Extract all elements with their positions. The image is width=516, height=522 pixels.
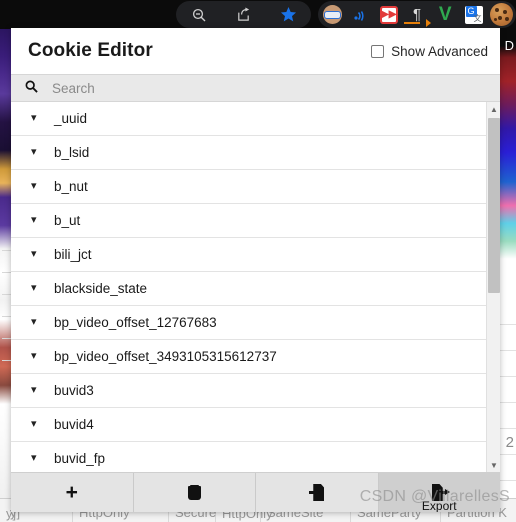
delete-all-button[interactable] [134, 473, 256, 512]
chevron-down-icon[interactable]: ▾ [31, 385, 49, 396]
background-right-content [498, 28, 516, 324]
chevron-down-icon[interactable]: ▾ [31, 419, 49, 430]
chevron-down-icon[interactable]: ▾ [31, 147, 49, 158]
trash-icon [187, 485, 201, 500]
background-right-rows [498, 324, 516, 494]
search-bar[interactable] [11, 74, 500, 102]
chevron-down-icon[interactable]: ▾ [31, 351, 49, 362]
scroll-up-arrow-icon[interactable]: ▲ [487, 102, 500, 116]
import-button[interactable] [256, 473, 379, 512]
cookie-list-scrollbar[interactable]: ▲ ▼ [486, 102, 500, 472]
cookie-name: b_ut [54, 213, 81, 228]
plus-icon: + [65, 481, 78, 504]
cookie-row[interactable]: ▾ bp_video_offset_12767683 [11, 306, 500, 340]
cookie-row[interactable]: ▾ buvid4 [11, 408, 500, 442]
chevron-down-icon[interactable]: ▾ [31, 317, 49, 328]
cookie-name: blackside_state [54, 281, 148, 296]
cookie-list: ▾ _uuid ▾ b_lsid ▾ b_nut ▾ b_ut ▾ bili_j… [11, 102, 500, 472]
search-icon [25, 80, 38, 96]
browser-extensions-group: ▶▶ ¶ V [318, 1, 516, 28]
bookmark-star-icon[interactable] [277, 3, 301, 27]
cookie-name: b_lsid [54, 145, 90, 160]
export-tooltip: Export [421, 499, 457, 512]
cookie-editor-icon[interactable] [490, 3, 514, 27]
cookie-row[interactable]: ▾ buvid3 [11, 374, 500, 408]
background-number: 2 [505, 434, 514, 451]
cookie-name: _uuid [54, 111, 88, 126]
chevron-down-icon[interactable]: ▾ [31, 215, 49, 226]
wifi-cast-icon[interactable] [348, 3, 372, 27]
cookie-row[interactable]: ▾ _uuid [11, 102, 500, 136]
page-title: Cookie Editor [28, 40, 153, 61]
cookie-name: buvid_fp [54, 451, 106, 466]
export-button[interactable]: Export [378, 473, 500, 512]
vue-devtools-icon[interactable]: V [433, 3, 457, 27]
cookie-row[interactable]: ▾ bp_video_offset_3493105315612737 [11, 340, 500, 374]
import-icon [309, 484, 325, 501]
share-icon[interactable] [232, 3, 256, 27]
scrollbar-thumb[interactable] [488, 118, 500, 293]
avatar-glasses-icon[interactable] [320, 3, 344, 27]
fast-forward-extension-icon[interactable]: ▶▶ [377, 3, 401, 27]
zoom-out-icon[interactable] [187, 3, 211, 27]
chevron-down-icon[interactable]: ▾ [31, 113, 49, 124]
chevron-down-icon[interactable]: ▾ [31, 181, 49, 192]
cookie-row[interactable]: ▾ blackside_state [11, 272, 500, 306]
cookie-row[interactable]: ▾ b_lsid [11, 136, 500, 170]
google-translate-icon[interactable] [462, 3, 486, 27]
cookie-name: buvid3 [54, 383, 94, 398]
screenshot-root: D 2 y] y] HttpOnly y] HttpOnly Secure Sa… [0, 0, 516, 522]
cookie-name: buvid4 [54, 417, 94, 432]
cookie-row[interactable]: ▾ b_nut [11, 170, 500, 204]
show-advanced-checkbox[interactable] [371, 44, 385, 58]
cookie-name: bili_jct [54, 247, 92, 262]
browser-toolbar: ▶▶ ¶ V [0, 0, 516, 29]
show-advanced-toggle[interactable]: Show Advanced [371, 44, 488, 59]
cookie-row[interactable]: ▾ bili_jct [11, 238, 500, 272]
cookie-editor-popup: Cookie Editor Show Advanced ▾ _uuid ▾ [11, 28, 500, 512]
popup-header: Cookie Editor Show Advanced [11, 28, 500, 74]
chevron-down-icon[interactable]: ▾ [31, 283, 49, 294]
search-input[interactable] [52, 80, 500, 96]
add-cookie-button[interactable]: + [11, 473, 134, 512]
popup-footer: + Export [11, 472, 500, 512]
browser-toolbar-left-group [176, 1, 311, 28]
cookie-row[interactable]: ▾ buvid_fp [11, 442, 500, 472]
show-advanced-label: Show Advanced [391, 43, 488, 59]
cookie-row[interactable]: ▾ b_ut [11, 204, 500, 238]
cookie-name: b_nut [54, 179, 88, 194]
cookie-name: bp_video_offset_12767683 [54, 315, 217, 330]
scroll-down-arrow-icon[interactable]: ▼ [487, 458, 500, 472]
chevron-down-icon[interactable]: ▾ [31, 249, 49, 260]
chevron-down-icon[interactable]: ▾ [31, 453, 49, 464]
cookie-name: bp_video_offset_3493105315612737 [54, 349, 277, 364]
background-letter-d: D [504, 38, 514, 53]
pilcrow-arrow-icon[interactable]: ¶ [403, 3, 431, 27]
